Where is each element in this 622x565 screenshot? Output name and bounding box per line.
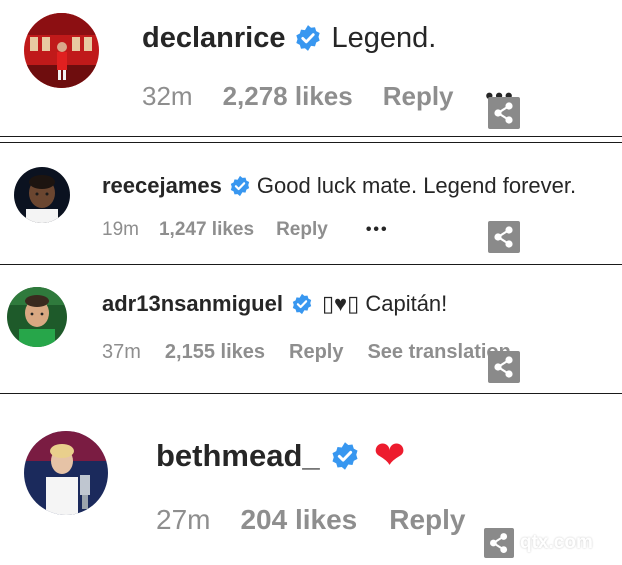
reply-button[interactable]: Reply [389,504,465,536]
comment-reecejames: reecejames Good luck mate. Legend foreve… [0,145,622,263]
verified-badge-icon [229,175,251,197]
comment-declanrice: declanrice Legend. 32m 2,278 likes Reply… [0,0,622,137]
comment-adr13nsanmiguel: adr13nsanmiguel ▯♥▯ Capitán! 37m 2,155 l… [0,267,622,391]
reply-button[interactable]: Reply [289,341,343,364]
comment-time: 19m [102,219,139,240]
comment-meta: 27m 204 likes Reply [156,501,466,539]
reply-button[interactable]: Reply [383,81,454,112]
comment-meta: 37m 2,155 likes Reply See translation [102,338,511,366]
likes-count[interactable]: 2,278 likes [223,81,353,112]
watermark-text: qtx.com [520,532,593,553]
share-icon[interactable] [488,351,520,383]
comment-header: adr13nsanmiguel ▯♥▯ Capitán! [102,289,447,319]
username[interactable]: declanrice [142,22,285,55]
avatar-bethmead-photo [24,431,108,515]
divider [0,142,622,143]
divider [0,393,622,394]
comment-time: 37m [102,340,141,363]
reply-button[interactable]: Reply [276,219,328,241]
verified-badge-icon [330,441,360,471]
verified-badge-icon [291,293,313,315]
share-icon[interactable] [488,97,520,129]
comment-text: ▯♥▯ Capitán! [321,291,448,316]
comment-header: reecejames Good luck mate. Legend foreve… [102,171,576,201]
more-options-icon[interactable]: ••• [366,221,389,239]
comment-header: declanrice Legend. [142,18,436,58]
username[interactable]: adr13nsanmiguel [102,291,283,317]
verified-badge-icon [294,24,322,52]
comment-time: 27m [156,504,211,535]
avatar[interactable] [14,167,70,223]
share-icon[interactable] [488,221,520,253]
avatar-declanrice-photo [24,13,99,88]
avatar[interactable] [24,431,108,515]
username[interactable]: reecejames [102,173,222,199]
comment-meta: 19m 1,247 likes Reply ••• [102,216,389,244]
comment-text: Good luck mate. Legend forever. [256,173,577,198]
watermark: qtx.com [478,522,622,564]
avatar-adr13nsanmiguel-photo [7,287,67,347]
comment-meta: 32m 2,278 likes Reply ••• [142,78,515,114]
avatar[interactable] [24,13,99,88]
avatar-reecejames-photo [14,167,70,223]
likes-count[interactable]: 1,247 likes [159,219,254,241]
avatar[interactable] [7,287,67,347]
likes-count[interactable]: 204 likes [240,504,357,536]
comment-text: Legend. [331,21,437,54]
comment-header: bethmead_ ❤ [156,435,406,477]
likes-count[interactable]: 2,155 likes [165,341,265,364]
divider [0,136,622,137]
heart-emoji: ❤ [373,435,406,477]
username[interactable]: bethmead_ [156,438,320,474]
divider [0,264,622,265]
share-icon[interactable] [484,528,514,558]
comment-time: 32m [142,80,193,111]
